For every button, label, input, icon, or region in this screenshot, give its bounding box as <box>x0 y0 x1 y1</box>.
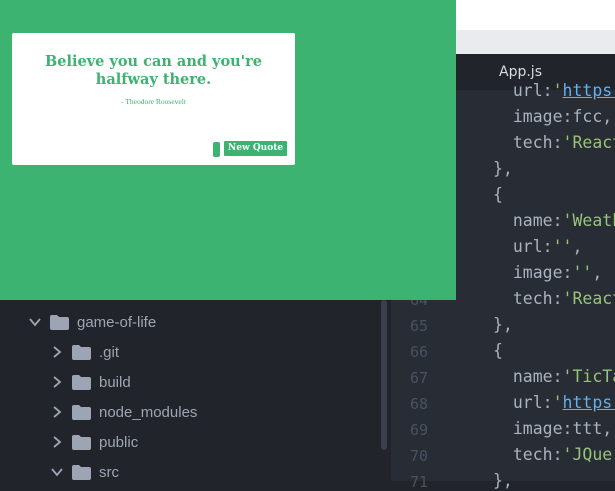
code-line[interactable]: image:'', <box>493 263 602 282</box>
chevron-down-icon[interactable] <box>28 315 42 329</box>
chevron-right-icon[interactable] <box>50 375 64 389</box>
code-token: , <box>592 263 603 282</box>
browser-tab-strip <box>456 30 615 54</box>
code-line[interactable]: url:'', <box>493 237 583 256</box>
quote-app-window: Believe you can and you're halfway there… <box>0 0 456 300</box>
quote-card: Believe you can and you're halfway there… <box>12 33 295 165</box>
code-token: image: <box>493 263 573 282</box>
code-token: name: <box>493 367 563 386</box>
new-quote-button[interactable]: New Quote <box>224 141 288 156</box>
code-link[interactable]: https: <box>563 81 615 100</box>
code-token: 'TicTa <box>562 367 615 386</box>
code-line[interactable]: url:'https: <box>493 393 615 412</box>
code-line[interactable]: name:'TicTa <box>493 367 615 386</box>
code-token: url: <box>493 237 553 256</box>
code-token: '' <box>572 263 593 282</box>
chevron-right-icon[interactable] <box>50 345 64 359</box>
chevron-down-icon[interactable] <box>50 465 64 479</box>
tree-scrollbar[interactable] <box>381 300 387 450</box>
code-line[interactable]: }, <box>493 315 513 334</box>
window-top-bar <box>456 0 615 30</box>
editor-tab-label: App.js <box>499 64 542 80</box>
code-token: { <box>493 341 503 360</box>
code-token: 'Weath <box>562 211 615 230</box>
code-line[interactable]: tech:'React <box>493 289 615 308</box>
code-token: tech: <box>493 445 563 464</box>
tree-item-label: .git <box>99 343 120 361</box>
code-token: 'React <box>562 289 615 308</box>
code-line[interactable]: image:fcc, <box>493 107 612 126</box>
code-token: tech: <box>493 289 563 308</box>
code-token: ' <box>552 393 563 412</box>
quote-text: Believe you can and you're halfway there… <box>45 53 262 88</box>
code-line[interactable]: tech:'React <box>493 133 615 152</box>
folder-icon <box>72 404 91 420</box>
code-line[interactable]: image:ttt, <box>493 419 612 438</box>
code-token: 'React <box>562 133 615 152</box>
code-line[interactable]: name:'Weath <box>493 211 615 230</box>
tree-item-node-modules[interactable]: node_modules <box>50 400 197 424</box>
code-token: { <box>493 185 503 204</box>
code-line[interactable]: }, <box>493 159 513 178</box>
tree-item-game-of-life[interactable]: game-of-life <box>28 310 156 334</box>
tree-item-build[interactable]: build <box>50 370 131 394</box>
code-token: url: <box>493 81 553 100</box>
code-token: , <box>572 237 583 256</box>
code-token: url: <box>493 393 553 412</box>
folder-icon <box>72 434 91 450</box>
tree-item-git[interactable]: .git <box>50 340 119 364</box>
chevron-right-icon[interactable] <box>50 405 64 419</box>
code-token: ' <box>552 81 563 100</box>
tweet-button[interactable] <box>213 142 220 157</box>
code-token: name: <box>493 211 563 230</box>
tree-item-src[interactable]: src <box>50 460 119 484</box>
tree-item-label: game-of-life <box>77 313 157 331</box>
code-link[interactable]: https: <box>563 393 615 412</box>
tree-item-label: src <box>99 463 119 481</box>
code-token: 'JQuer <box>562 445 615 464</box>
tree-item-label: build <box>99 373 131 391</box>
code-token: image:fcc, <box>493 107 613 126</box>
tree-item-label: public <box>99 433 139 451</box>
code-token: image:ttt, <box>493 419 613 438</box>
code-token: '' <box>552 237 573 256</box>
folder-icon <box>72 464 91 480</box>
tree-item-label: node_modules <box>99 403 198 421</box>
folder-icon <box>72 374 91 390</box>
code-line[interactable]: { <box>493 341 503 360</box>
code-line[interactable]: { <box>493 185 503 204</box>
code-line[interactable]: url:'https: <box>493 81 615 100</box>
folder-icon <box>50 314 69 330</box>
code-token: }, <box>493 315 513 334</box>
code-token: }, <box>493 159 513 178</box>
code-token: tech: <box>493 133 563 152</box>
tree-item-public[interactable]: public <box>50 430 138 454</box>
folder-icon <box>72 344 91 360</box>
quote-author: - Theodore Roosevelt <box>121 97 186 106</box>
chevron-right-icon[interactable] <box>50 435 64 449</box>
code-line[interactable]: tech:'JQuer <box>493 445 615 464</box>
